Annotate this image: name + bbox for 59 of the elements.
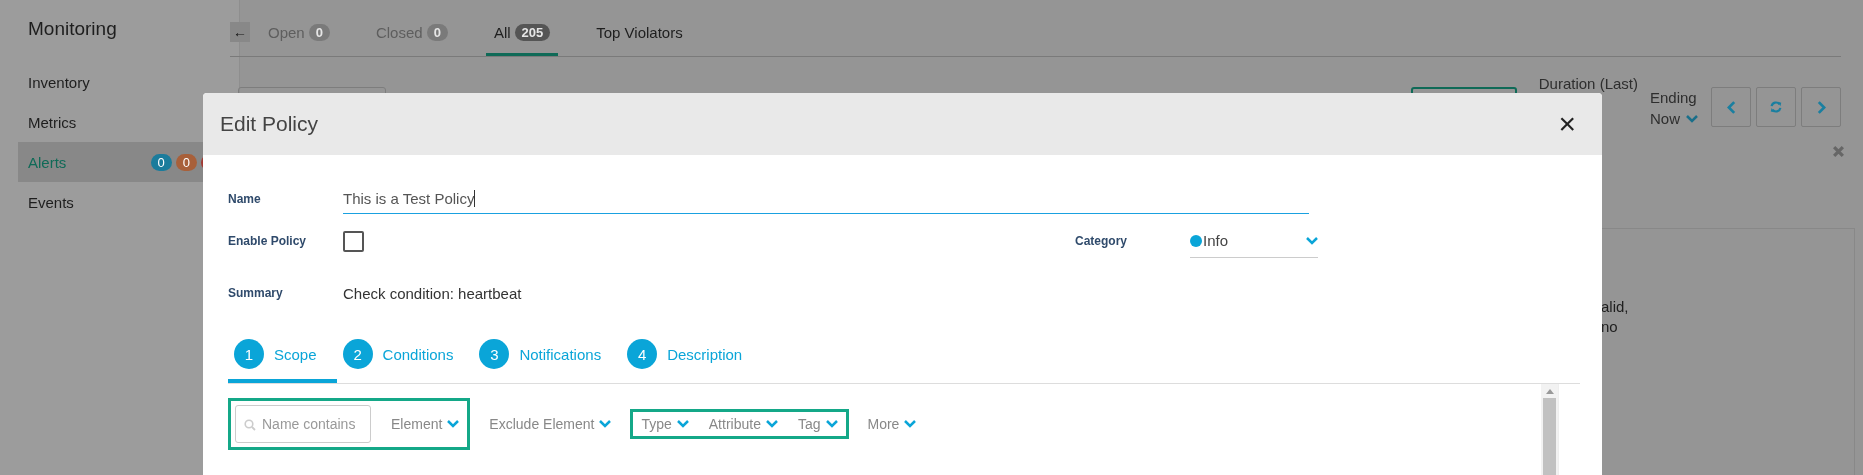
sidebar-title: Monitoring — [27, 18, 118, 41]
chevron-down-icon — [599, 420, 612, 428]
sidebar-item-label: Metrics — [28, 113, 78, 131]
filter-dropdown[interactable]: Type — [637, 416, 693, 432]
sidebar-item-label: Inventory — [28, 73, 91, 91]
filter-dropdown[interactable]: Exclude Element — [485, 416, 616, 432]
field-label: Category — [1075, 234, 1128, 248]
tab-label: Top Violators — [596, 24, 683, 41]
summary-text: Check condition: heartbeat — [343, 284, 522, 302]
tab[interactable]: Top Violators — [588, 24, 691, 56]
scrollbar[interactable] — [1541, 384, 1558, 475]
chevron-down-icon — [447, 420, 460, 428]
refresh-button[interactable] — [1756, 87, 1796, 127]
background-text: alid, — [1601, 297, 1629, 317]
count-badge: 0 — [426, 24, 448, 41]
field-label: Enable Policy — [228, 234, 308, 248]
chevron-down-icon — [1306, 236, 1318, 245]
close-icon[interactable] — [1832, 145, 1845, 158]
background-text: no — [1601, 317, 1618, 337]
previous-button[interactable] — [1711, 87, 1751, 127]
name-input-field[interactable]: This is a Test Policy — [343, 184, 1309, 214]
filter-dropdown[interactable]: Attribute — [704, 416, 782, 432]
step-tab[interactable]: 2 Conditions — [336, 339, 474, 383]
ending-label: Ending — [1650, 88, 1698, 108]
scroll-up-icon[interactable] — [1545, 389, 1554, 394]
filter-dropdown[interactable]: Element — [387, 416, 464, 432]
tab-label: All — [493, 24, 511, 41]
sidebar-item-label: Alerts — [28, 153, 68, 171]
refresh-icon — [1769, 100, 1783, 114]
next-button[interactable] — [1801, 87, 1841, 127]
ending-dropdown[interactable]: Now — [1650, 108, 1698, 129]
chevron-down-icon — [765, 420, 778, 428]
step-tab[interactable]: 1 Scope — [228, 339, 337, 383]
field-label: Name — [228, 192, 262, 206]
duration-label: Duration (Last) — [1538, 75, 1638, 92]
sidebar-item[interactable]: Inventory — [18, 62, 221, 102]
close-button[interactable]: × — [1554, 109, 1580, 139]
chevron-down-icon — [825, 420, 838, 428]
count-badge: 0 — [150, 153, 172, 171]
filter-dropdown[interactable]: More — [863, 416, 921, 432]
tab[interactable]: All 205 — [485, 24, 559, 56]
step-tab[interactable]: 3 Notifications — [473, 339, 622, 383]
chevron-down-icon — [904, 420, 917, 428]
chevron-left-icon — [1726, 100, 1736, 114]
category-dropdown[interactable]: Info — [1190, 224, 1318, 258]
count-badge: 0 — [308, 24, 330, 41]
filter-dropdown[interactable]: Tag — [793, 416, 842, 432]
count-badge: 205 — [514, 24, 551, 41]
field-label: Summary — [228, 286, 284, 300]
search-field[interactable]: Name contains — [235, 405, 371, 443]
step-tab[interactable]: 4 Description — [621, 339, 763, 383]
dialog-title: Edit Policy — [220, 112, 319, 136]
chevron-down-icon — [676, 420, 689, 428]
chevron-right-icon — [1816, 100, 1826, 114]
chevron-down-icon — [1686, 114, 1698, 123]
count-badge: 0 — [175, 153, 197, 171]
sidebar-item-label: Events — [28, 193, 75, 211]
back-button[interactable]: ← — [230, 22, 250, 42]
enable-policy-checkbox[interactable] — [343, 230, 364, 252]
